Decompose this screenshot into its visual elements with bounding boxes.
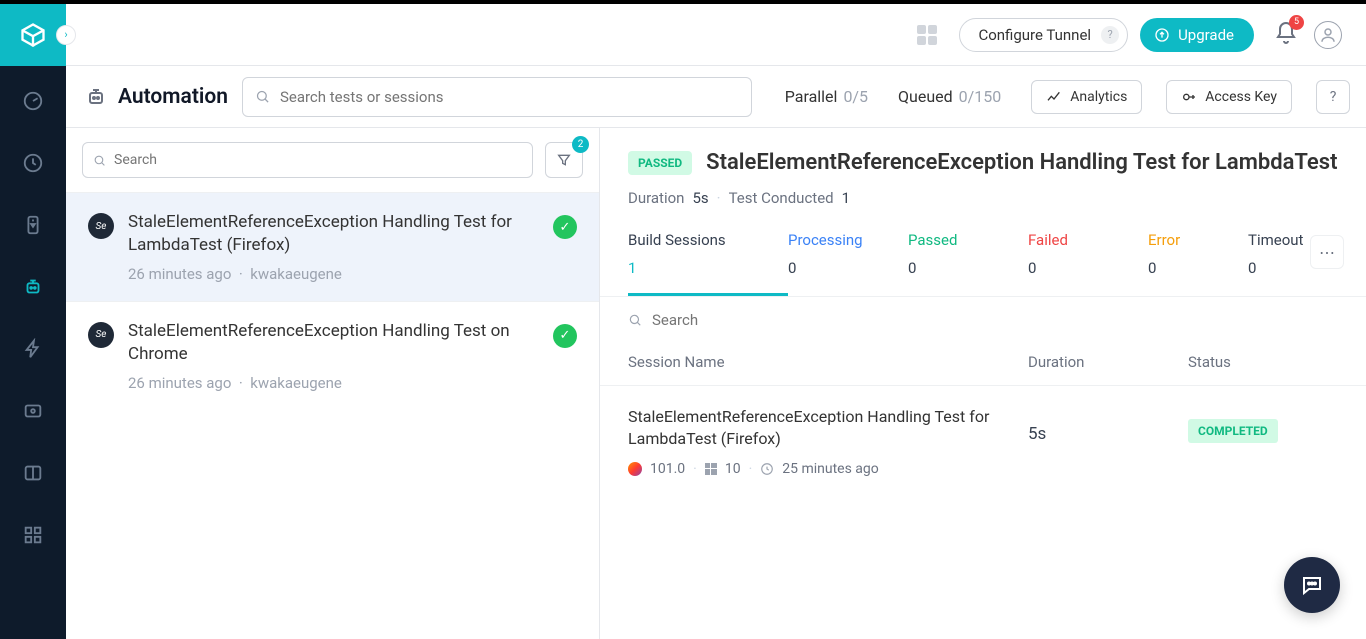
apps-grid-icon[interactable] (917, 25, 937, 45)
sessions-search[interactable] (628, 311, 1338, 329)
queued-counter: Queued 0/150 (898, 87, 1001, 106)
notifications-badge: 5 (1289, 15, 1304, 30)
filter-button[interactable]: 2 (545, 142, 583, 178)
page-title-text: Automation (118, 85, 228, 109)
builds-search[interactable] (82, 142, 533, 178)
global-search-input[interactable] (280, 88, 739, 106)
build-list: Se StaleElementReferenceException Handli… (66, 192, 599, 639)
access-key-button[interactable]: Access Key (1166, 80, 1292, 114)
firefox-icon (628, 462, 642, 476)
build-title: StaleElementReferenceException Handling … (128, 211, 539, 257)
sessions-search-input[interactable] (652, 311, 1338, 329)
rail-lt-browser[interactable] (16, 456, 50, 490)
parallel-counter: Parallel 0/5 (785, 87, 868, 106)
detail-title: StaleElementReferenceException Handling … (706, 150, 1338, 175)
rail-dashboard[interactable] (16, 84, 50, 118)
more-menu[interactable]: ⋯ (1310, 235, 1344, 269)
tab-error[interactable]: Error 0 (1148, 231, 1248, 296)
brand-logo[interactable]: › (0, 4, 66, 66)
chevron-right-icon[interactable]: › (56, 25, 76, 45)
session-duration: 5s (1028, 406, 1188, 444)
filter-count-badge: 2 (572, 136, 589, 153)
build-item[interactable]: Se StaleElementReferenceException Handli… (66, 192, 599, 301)
windows-icon (705, 463, 717, 475)
check-icon: ✓ (553, 215, 577, 239)
configure-tunnel-label: Configure Tunnel (978, 26, 1091, 44)
rail-realtime[interactable] (16, 146, 50, 180)
session-row[interactable]: StaleElementReferenceException Handling … (600, 386, 1366, 497)
check-icon: ✓ (553, 324, 577, 348)
selenium-icon: Se (88, 322, 114, 348)
analytics-button[interactable]: Analytics (1031, 80, 1142, 114)
upgrade-button[interactable]: Upgrade (1140, 18, 1254, 52)
rail-visual[interactable] (16, 394, 50, 428)
rail-device[interactable] (16, 208, 50, 242)
tab-passed[interactable]: Passed 0 (908, 231, 1028, 296)
status-badge: PASSED (628, 151, 692, 175)
os-version: 10 (725, 461, 741, 477)
tab-build-sessions[interactable]: Build Sessions 1 (628, 231, 788, 296)
left-rail (0, 66, 66, 639)
page-title: Automation (84, 85, 228, 109)
stats-tabs: Build Sessions 1 Processing 0 Passed 0 F… (600, 221, 1366, 297)
help-icon: ? (1101, 26, 1119, 44)
browser-version: 101.0 (650, 461, 685, 477)
selenium-icon: Se (88, 213, 114, 239)
chat-fab[interactable] (1284, 557, 1340, 613)
rail-integrations[interactable] (16, 518, 50, 552)
build-title: StaleElementReferenceException Handling … (128, 320, 539, 366)
rail-hyperexecute[interactable] (16, 332, 50, 366)
configure-tunnel-button[interactable]: Configure Tunnel ? (959, 18, 1128, 52)
global-search[interactable] (242, 77, 752, 117)
build-meta: 26 minutes ago · kwakaeugene (128, 374, 539, 392)
rail-automation[interactable] (16, 270, 50, 304)
tab-processing[interactable]: Processing 0 (788, 231, 908, 296)
session-status-badge: COMPLETED (1188, 419, 1278, 443)
builds-search-input[interactable] (114, 152, 522, 168)
session-time: 25 minutes ago (782, 461, 879, 477)
clock-icon (760, 462, 774, 476)
build-meta: 26 minutes ago · kwakaeugene (128, 265, 539, 283)
build-item[interactable]: Se StaleElementReferenceException Handli… (66, 301, 599, 410)
tab-failed[interactable]: Failed 0 (1028, 231, 1148, 296)
help-button[interactable]: ? (1316, 80, 1350, 114)
avatar[interactable] (1314, 21, 1342, 49)
session-table-head: Session Name Duration Status (600, 343, 1366, 386)
session-name: StaleElementReferenceException Handling … (628, 406, 1008, 451)
notifications-button[interactable]: 5 (1274, 21, 1298, 49)
upgrade-label: Upgrade (1178, 26, 1234, 44)
